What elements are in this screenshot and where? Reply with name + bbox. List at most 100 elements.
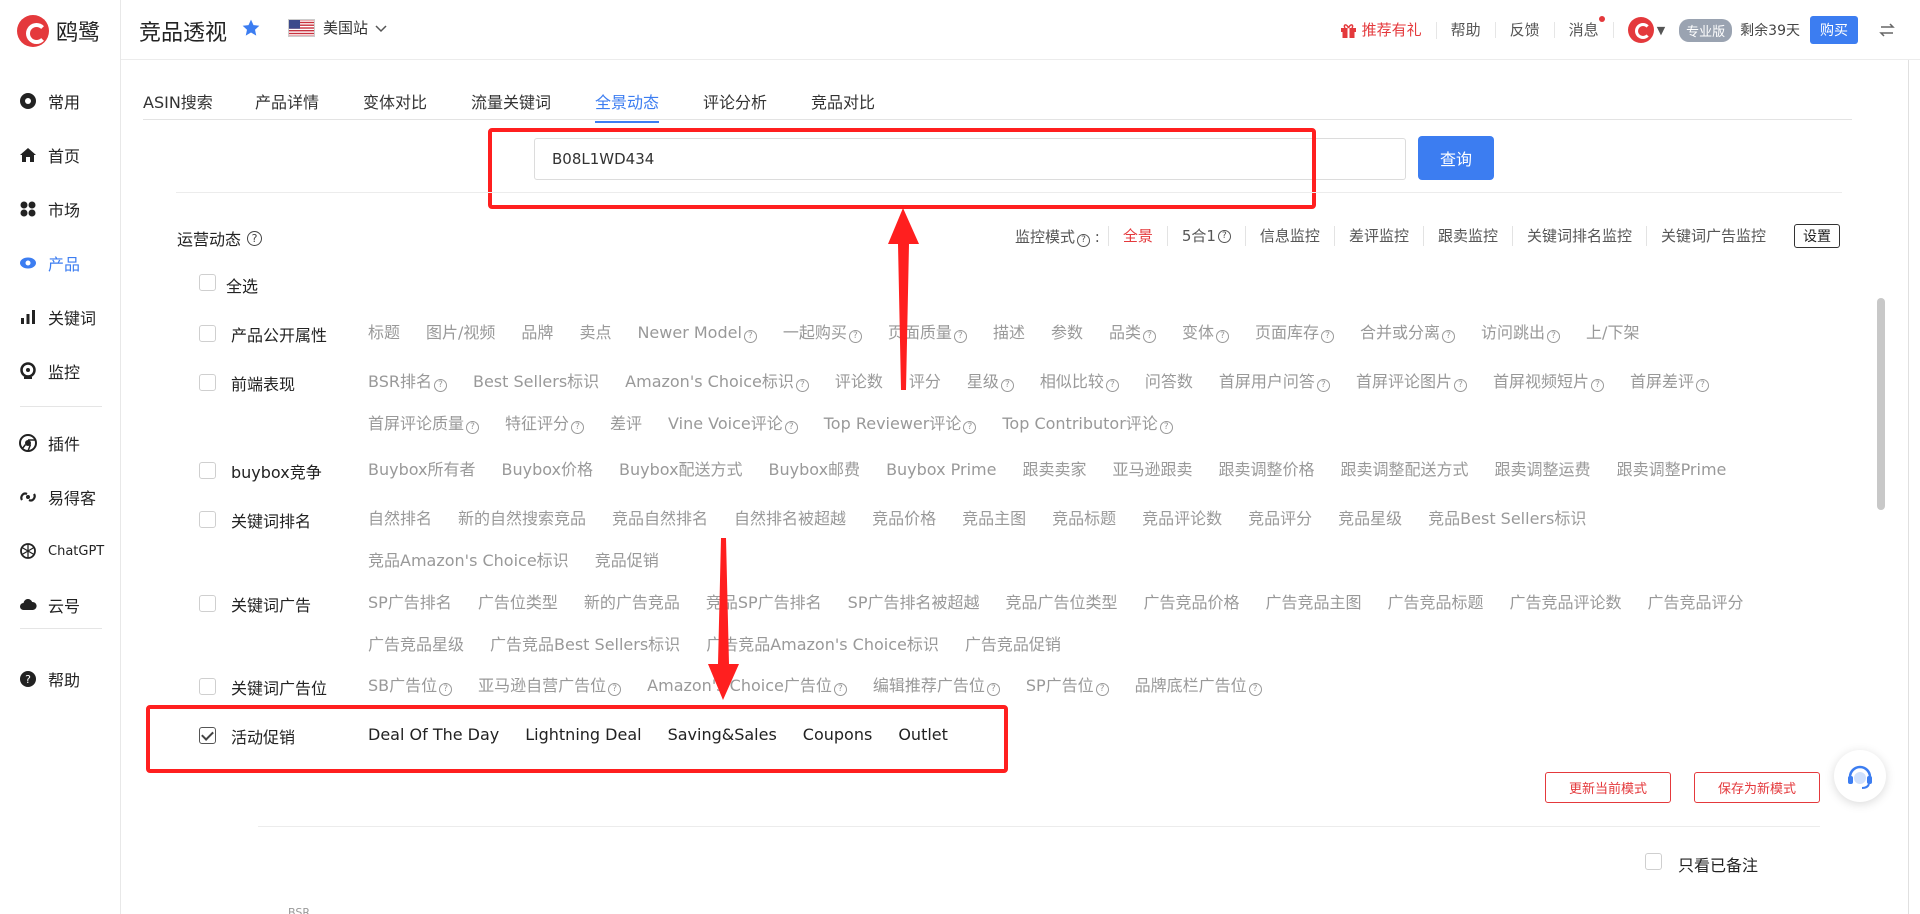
event-option[interactable]: 品类?	[1109, 320, 1156, 346]
help-icon[interactable]: ?	[439, 683, 453, 696]
event-option[interactable]: 标题	[368, 320, 400, 346]
tab-1[interactable]: 产品详情	[255, 89, 319, 113]
event-option[interactable]: 跟卖调整价格	[1219, 457, 1315, 483]
event-option[interactable]: 评分	[909, 369, 941, 395]
tab-0[interactable]: ASIN搜索	[143, 89, 213, 113]
event-option[interactable]: 编辑推荐广告位?	[873, 673, 1000, 699]
row-checkbox[interactable]	[199, 462, 216, 479]
help-icon[interactable]: ?	[1076, 233, 1090, 247]
event-option[interactable]: 竞品价格	[872, 506, 936, 532]
event-option[interactable]: Buybox邮费	[769, 457, 861, 483]
event-option[interactable]: 竞品广告位类型	[1005, 590, 1117, 616]
event-option[interactable]: SB广告位?	[368, 673, 453, 699]
event-option[interactable]: 广告竞品促销	[965, 632, 1061, 658]
event-option[interactable]: 变体?	[1182, 320, 1229, 346]
event-option[interactable]: 广告竞品主图	[1266, 590, 1362, 616]
mode-option-6[interactable]: 关键词广告监控	[1645, 226, 1780, 246]
sidebar-item-8[interactable]: ChatGPT	[19, 536, 104, 566]
event-option[interactable]: 竞品星级	[1338, 506, 1402, 532]
avatar[interactable]	[1627, 17, 1654, 43]
tab-6[interactable]: 竞品对比	[811, 89, 875, 113]
sidebar-item-1[interactable]: 首页	[19, 140, 80, 170]
event-option[interactable]: 品牌底栏广告位?	[1135, 673, 1262, 699]
event-option[interactable]: SP广告排名	[368, 590, 452, 616]
event-option[interactable]: Amazon's Choice广告位?	[647, 673, 847, 699]
help-icon[interactable]: ?	[1590, 379, 1604, 392]
event-option[interactable]: 竞品标题	[1052, 506, 1116, 532]
event-option[interactable]: 访问跳出?	[1481, 320, 1561, 346]
event-option[interactable]: 新的自然搜索竞品	[458, 506, 586, 532]
mode-option-1[interactable]: 5合1?	[1166, 226, 1245, 246]
row-checkbox[interactable]	[199, 678, 216, 695]
help-icon[interactable]: ?	[986, 683, 1000, 696]
event-option[interactable]: Top Reviewer评论?	[824, 411, 977, 437]
customer-service-button[interactable]	[1834, 750, 1886, 802]
sidebar-item-6[interactable]: 插件	[19, 428, 80, 458]
event-option[interactable]: 广告竞品评论数	[1510, 590, 1622, 616]
event-option[interactable]: 特征评分?	[505, 411, 585, 437]
event-option[interactable]: 差评	[610, 411, 642, 437]
help-icon[interactable]: ?	[433, 379, 447, 392]
help-icon[interactable]: ?	[247, 230, 263, 246]
event-option[interactable]: 首屏评论图片?	[1356, 369, 1467, 395]
mode-option-5[interactable]: 关键词排名监控	[1511, 226, 1646, 246]
event-option[interactable]: BSR排名?	[368, 369, 447, 395]
update-mode-button[interactable]: 更新当前模式	[1545, 772, 1671, 803]
event-option[interactable]: Vine Voice评论?	[668, 411, 798, 437]
help-icon[interactable]: ?	[953, 330, 967, 343]
event-option[interactable]: 竞品自然排名	[612, 506, 708, 532]
event-option[interactable]: 首屏视频短片?	[1493, 369, 1604, 395]
sidebar-item-5[interactable]: 监控	[19, 356, 80, 386]
swap-icon[interactable]	[1878, 21, 1896, 39]
help-icon[interactable]: ?	[1217, 229, 1231, 243]
help-icon[interactable]: ?	[1695, 379, 1709, 392]
help-link[interactable]: 帮助	[1437, 22, 1496, 38]
event-option[interactable]: Amazon's Choice标识?	[625, 369, 809, 395]
save-mode-button[interactable]: 保存为新模式	[1694, 772, 1820, 803]
event-option[interactable]: Top Contributor评论?	[1002, 411, 1173, 437]
help-icon[interactable]: ?	[1248, 683, 1262, 696]
event-option[interactable]: 评论数	[835, 369, 883, 395]
event-option[interactable]: 图片/视频	[426, 320, 495, 346]
event-option[interactable]: 广告竞品Amazon's Choice标识	[706, 632, 939, 658]
event-option[interactable]: 竞品SP广告排名	[706, 590, 822, 616]
event-option[interactable]: Newer Model?	[637, 320, 757, 346]
event-option[interactable]: 广告竞品标题	[1388, 590, 1484, 616]
row-checkbox[interactable]	[199, 374, 216, 391]
event-option[interactable]: 跟卖调整配送方式	[1341, 457, 1469, 483]
event-option[interactable]: 描述	[993, 320, 1025, 346]
help-icon[interactable]: ?	[963, 421, 977, 434]
event-option[interactable]: 自然排名	[368, 506, 432, 532]
sidebar-item-2[interactable]: 市场	[19, 194, 80, 224]
event-option[interactable]: 跟卖调整运费	[1495, 457, 1591, 483]
help-icon[interactable]: ?	[1453, 379, 1467, 392]
event-option[interactable]: 跟卖调整Prime	[1617, 457, 1727, 483]
event-option[interactable]: 卖点	[579, 320, 611, 346]
help-icon[interactable]: ?	[1316, 379, 1330, 392]
feedback-link[interactable]: 反馈	[1496, 22, 1555, 38]
event-option[interactable]: Buybox所有者	[368, 457, 476, 483]
event-option[interactable]: 竞品促销	[595, 548, 659, 574]
sidebar-item-0[interactable]: 常用	[19, 86, 80, 116]
event-option[interactable]: 相似比较?	[1040, 369, 1119, 395]
help-icon[interactable]: ?	[743, 330, 757, 343]
event-option[interactable]: 自然排名被超越	[734, 506, 846, 532]
event-option[interactable]: 竞品Best Sellers标识	[1428, 506, 1586, 532]
event-option[interactable]: 一起购买?	[783, 320, 862, 346]
help-icon[interactable]: ?	[1142, 330, 1156, 343]
recommend-link[interactable]: 推荐有礼	[1326, 21, 1437, 39]
event-option[interactable]: Buybox配送方式	[619, 457, 743, 483]
help-icon[interactable]: ?	[1095, 683, 1109, 696]
event-option[interactable]: Buybox Prime	[886, 457, 996, 483]
event-option[interactable]: 广告竞品Best Sellers标识	[490, 632, 680, 658]
tab-2[interactable]: 变体对比	[363, 89, 427, 113]
help-icon[interactable]: ?	[833, 683, 847, 696]
help-icon[interactable]: ?	[1216, 330, 1229, 343]
caret-down-icon[interactable]: ▼	[1657, 24, 1665, 37]
event-option[interactable]: 广告位类型	[478, 590, 558, 616]
help-icon[interactable]: ?	[848, 330, 862, 343]
help-icon[interactable]: ?	[1159, 421, 1173, 434]
event-option[interactable]: 广告竞品星级	[368, 632, 464, 658]
logo[interactable]: 鸥鹭	[17, 15, 100, 47]
help-icon[interactable]: ?	[1442, 330, 1456, 343]
